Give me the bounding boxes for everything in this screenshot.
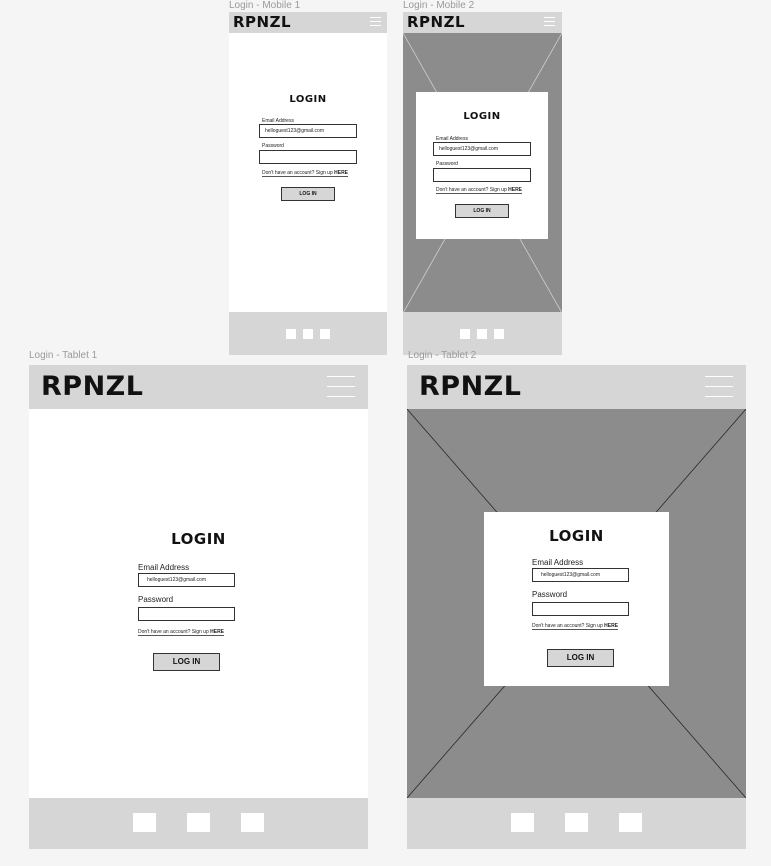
footer-square-icon[interactable]	[286, 329, 296, 339]
password-label: Password	[262, 143, 284, 149]
email-field[interactable]: helloguest123@gmail.com	[138, 573, 235, 587]
hamburger-menu-icon[interactable]	[327, 376, 355, 398]
password-label: Password	[532, 590, 568, 599]
header: RPNZL	[229, 12, 387, 33]
login-button[interactable]: LOG IN	[547, 649, 614, 667]
footer-square-icon[interactable]	[460, 329, 470, 339]
password-field[interactable]	[532, 602, 629, 616]
signup-text: Don't have an account? Sign up	[262, 170, 333, 176]
brand-logo[interactable]: RPNZL	[407, 15, 465, 30]
footer-square-icon[interactable]	[511, 813, 534, 832]
login-button[interactable]: LOG IN	[153, 653, 220, 671]
footer-square-icon[interactable]	[187, 813, 210, 832]
login-card: LOGIN Email Address helloguest123@gmail.…	[484, 512, 669, 686]
footer	[29, 798, 368, 849]
email-field[interactable]: helloguest123@gmail.com	[532, 568, 629, 582]
login-card: LOGIN Email Address helloguest123@gmail.…	[416, 92, 548, 239]
footer	[229, 312, 387, 355]
signup-link[interactable]: HERE	[508, 187, 522, 193]
frame-label-mobile-2: Login - Mobile 2	[403, 0, 475, 11]
hamburger-menu-icon[interactable]	[370, 17, 381, 27]
email-field[interactable]: helloguest123@gmail.com	[433, 142, 531, 156]
frame-mobile-2: RPNZL LOGIN Email Address helloguest123@…	[403, 12, 562, 355]
hamburger-menu-icon[interactable]	[705, 376, 733, 398]
login-title: LOGIN	[289, 94, 327, 105]
password-label: Password	[436, 161, 458, 167]
frame-mobile-1: RPNZL LOGIN Email Address helloguest123@…	[229, 12, 387, 355]
password-label: Password	[138, 595, 174, 604]
frame-tablet-1: RPNZL LOGIN Email Address helloguest123@…	[29, 365, 368, 849]
frame-label-tablet-1: Login - Tablet 1	[29, 350, 98, 361]
frame-tablet-2: RPNZL LOGIN Email Address helloguest123@…	[407, 365, 746, 849]
footer-square-icon[interactable]	[303, 329, 313, 339]
brand-logo[interactable]: RPNZL	[419, 373, 521, 400]
brand-logo[interactable]: RPNZL	[41, 373, 143, 400]
header: RPNZL	[403, 12, 562, 33]
footer-square-icon[interactable]	[320, 329, 330, 339]
frame-label-tablet-2: Login - Tablet 2	[408, 350, 477, 361]
login-button[interactable]: LOG IN	[281, 187, 335, 201]
footer-square-icon[interactable]	[133, 813, 156, 832]
password-field[interactable]	[433, 168, 531, 182]
password-field[interactable]	[259, 150, 357, 164]
login-title: LOGIN	[463, 111, 501, 122]
footer-square-icon[interactable]	[477, 329, 487, 339]
signup-link[interactable]: HERE	[210, 629, 224, 635]
login-button[interactable]: LOG IN	[455, 204, 509, 218]
signup-link[interactable]: HERE	[334, 170, 348, 176]
signup-link[interactable]: HERE	[604, 623, 618, 629]
email-label: Email Address	[138, 563, 190, 572]
footer-square-icon[interactable]	[494, 329, 504, 339]
signup-prompt: Don't have an account? Sign up HERE	[532, 623, 619, 630]
frame-label-mobile-1: Login - Mobile 1	[229, 0, 301, 11]
signup-prompt: Don't have an account? Sign up HERE	[436, 187, 523, 194]
signup-prompt: Don't have an account? Sign up HERE	[138, 629, 225, 636]
header: RPNZL	[29, 365, 368, 409]
email-field[interactable]: helloguest123@gmail.com	[259, 124, 357, 138]
hamburger-menu-icon[interactable]	[544, 17, 555, 27]
password-field[interactable]	[138, 607, 235, 621]
login-title: LOGIN	[549, 527, 604, 545]
signup-text: Don't have an account? Sign up	[532, 623, 603, 629]
signup-prompt: Don't have an account? Sign up HERE	[262, 170, 349, 177]
email-label: Email Address	[532, 558, 584, 567]
footer	[403, 312, 562, 355]
header: RPNZL	[407, 365, 746, 409]
footer-square-icon[interactable]	[619, 813, 642, 832]
footer-square-icon[interactable]	[241, 813, 264, 832]
signup-text: Don't have an account? Sign up	[436, 187, 507, 193]
signup-text: Don't have an account? Sign up	[138, 629, 209, 635]
footer	[407, 798, 746, 849]
brand-logo[interactable]: RPNZL	[233, 15, 291, 30]
footer-square-icon[interactable]	[565, 813, 588, 832]
login-title: LOGIN	[171, 530, 226, 548]
